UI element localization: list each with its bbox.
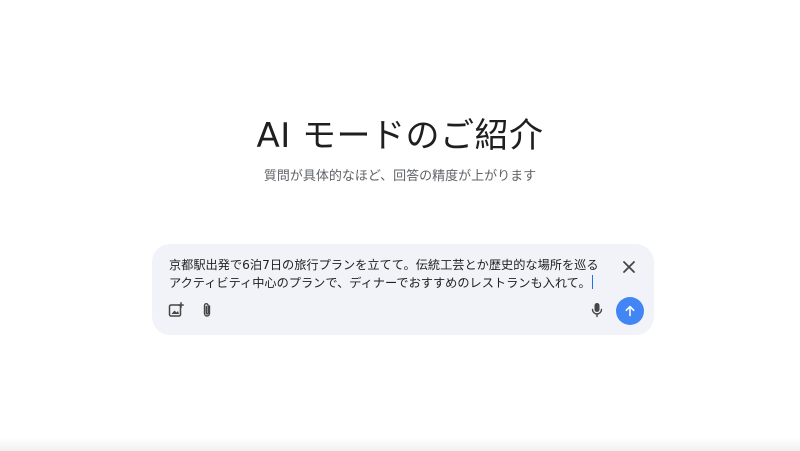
close-icon bbox=[623, 261, 635, 273]
add-image-icon bbox=[168, 302, 184, 317]
paperclip-icon bbox=[203, 303, 211, 317]
text-caret bbox=[591, 274, 593, 289]
page-title: AI モードのご紹介 bbox=[256, 116, 544, 156]
query-input-value: 京都駅出発で6泊7日の旅行プランを立てて。伝統工芸とか歴史的な場所を巡るアクティ… bbox=[169, 258, 599, 290]
bottom-shadow bbox=[0, 437, 800, 451]
clear-button[interactable] bbox=[618, 256, 640, 278]
query-input[interactable]: 京都駅出発で6泊7日の旅行プランを立てて。伝統工芸とか歴史的な場所を巡るアクティ… bbox=[169, 257, 609, 292]
attach-button[interactable] bbox=[196, 299, 218, 321]
arrow-up-icon bbox=[625, 305, 635, 317]
page: AI モードのご紹介 質問が具体的なほど、回答の精度が上がります 京都駅出発で6… bbox=[0, 0, 800, 451]
add-image-button[interactable] bbox=[165, 299, 187, 321]
page-subtitle: 質問が具体的なほど、回答の精度が上がります bbox=[263, 169, 537, 184]
query-composer: 京都駅出発で6泊7日の旅行プランを立てて。伝統工芸とか歴史的な場所を巡るアクティ… bbox=[152, 244, 654, 335]
microphone-icon bbox=[591, 303, 603, 318]
send-button[interactable] bbox=[616, 297, 644, 325]
voice-input-button[interactable] bbox=[586, 299, 608, 321]
